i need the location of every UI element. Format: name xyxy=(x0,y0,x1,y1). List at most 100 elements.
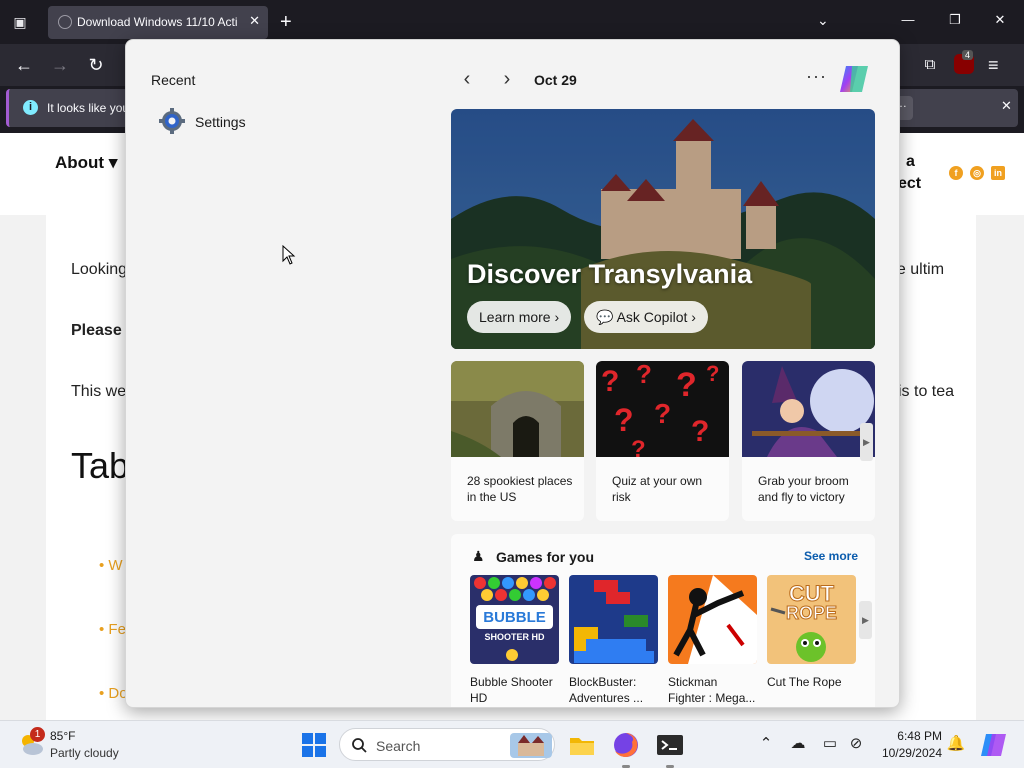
game-label-line2: HD xyxy=(470,691,488,705)
games-icon: ♟ xyxy=(472,548,485,564)
game-tile[interactable]: BlockBuster: Adventures ... xyxy=(569,575,658,706)
learn-more-button[interactable]: Learn more › xyxy=(467,301,572,333)
feed-card[interactable]: Grab your broom and fly to victory xyxy=(742,361,875,521)
svg-text:BUBBLE: BUBBLE xyxy=(483,609,546,626)
cloud-sync-icon[interactable]: ☁ xyxy=(788,734,808,754)
notification-text: It looks like you xyxy=(47,101,130,115)
tab-list-icon[interactable]: ▣ xyxy=(8,10,32,34)
nav-about[interactable]: About ▾ xyxy=(55,153,117,173)
svg-text:?: ? xyxy=(676,366,697,404)
svg-text:?: ? xyxy=(706,361,719,386)
recent-item-settings[interactable]: Settings xyxy=(159,108,359,136)
close-tab-icon[interactable]: ✕ xyxy=(249,13,260,29)
list-item[interactable]: • Fe xyxy=(99,621,126,638)
weather-description: Partly cloudy xyxy=(50,746,119,760)
learn-more-label: Learn more xyxy=(479,309,551,325)
game-image: CUT ROPE xyxy=(767,575,856,664)
next-day-icon[interactable]: › xyxy=(497,68,517,90)
linkedin-icon[interactable]: in xyxy=(991,166,1005,180)
clock-time[interactable]: 6:48 PM xyxy=(884,729,942,743)
browser-tab[interactable]: Download Windows 11/10 Acti ✕ xyxy=(48,6,268,39)
game-image xyxy=(668,575,757,664)
list-item[interactable]: • W xyxy=(99,557,123,574)
list-item[interactable]: • Do xyxy=(99,685,128,702)
taskbar-search[interactable]: Search xyxy=(339,728,555,761)
file-explorer-icon[interactable] xyxy=(568,731,596,759)
terminal-icon[interactable] xyxy=(656,731,684,759)
chevron-down-icon[interactable]: ⌄ xyxy=(817,12,829,29)
svg-text:ROPE: ROPE xyxy=(786,603,837,623)
restore-icon[interactable]: ❐ xyxy=(945,12,965,28)
games-section: ♟ Games for you See more BUBBLE SHOOTER … xyxy=(451,534,875,707)
new-tab-icon[interactable]: + xyxy=(280,10,292,34)
tab-favicon-icon xyxy=(58,15,72,29)
instagram-icon[interactable]: ◎ xyxy=(970,166,984,180)
ublock-count-badge: 4 xyxy=(962,50,974,60)
game-image xyxy=(569,575,658,664)
card-text: Grab your broom and fly to victory xyxy=(758,474,849,504)
browser-tab-bar: ▣ Download Windows 11/10 Acti ✕ + ⌄ — ❐ … xyxy=(0,0,1024,44)
chat-icon: 💬 xyxy=(596,309,614,325)
forward-icon[interactable]: → xyxy=(48,53,72,77)
weather-alert-badge: 1 xyxy=(30,727,45,742)
svg-text:SHOOTER HD: SHOOTER HD xyxy=(484,632,545,642)
windows-start-icon[interactable] xyxy=(302,733,326,757)
game-label-line2: Adventures ... xyxy=(569,691,644,705)
clock-date[interactable]: 10/29/2024 xyxy=(872,746,942,760)
game-tile[interactable]: Stickman Fighter : Mega... xyxy=(668,575,757,706)
network-icon[interactable]: ⊘ xyxy=(846,734,866,754)
copilot-icon[interactable] xyxy=(838,64,870,94)
weather-temperature: 85°F xyxy=(50,729,76,743)
hero-card[interactable]: Discover Transylvania Learn more › 💬 Ask… xyxy=(451,109,875,349)
game-label-line1: Cut The Rope xyxy=(767,675,842,689)
search-placeholder: Search xyxy=(376,738,421,754)
display-icon[interactable]: ▭ xyxy=(820,734,840,754)
card-text: Quiz at your own risk xyxy=(612,474,703,504)
svg-text:?: ? xyxy=(654,398,671,429)
mouse-cursor-icon xyxy=(282,245,296,265)
close-notification-icon[interactable]: ✕ xyxy=(1001,98,1012,114)
card-image xyxy=(451,361,584,457)
game-tile[interactable]: BUBBLE SHOOTER HD Bubble Shooter HD xyxy=(470,575,559,706)
extensions-icon[interactable]: ⧉ xyxy=(918,53,942,77)
card-text: 28 spookiest places in the US xyxy=(467,474,573,504)
games-title: Games for you xyxy=(496,549,595,565)
start-menu: Recent Settings ‹ › Oct 29 ··· Discover … xyxy=(125,39,900,708)
tab-title: Download Windows 11/10 Acti xyxy=(77,15,238,29)
game-tile[interactable]: CUT ROPE Cut The Rope xyxy=(767,575,856,690)
paragraph-3: This we xyxy=(71,383,127,400)
see-more-link[interactable]: See more xyxy=(804,549,858,563)
chevron-right-icon: › xyxy=(554,309,560,325)
recent-item-label: Settings xyxy=(195,114,246,130)
svg-text:?: ? xyxy=(636,361,652,389)
header-cta[interactable]: a ect xyxy=(898,151,921,195)
feed-date: Oct 29 xyxy=(534,72,577,88)
info-icon: i xyxy=(23,100,38,115)
scroll-right-icon[interactable]: ▶ xyxy=(860,423,873,461)
firefox-icon[interactable] xyxy=(612,731,640,759)
feed-card[interactable]: 28 spookiest places in the US xyxy=(451,361,584,521)
game-label-line2: Fighter : Mega... xyxy=(668,691,756,705)
reload-icon[interactable]: ↻ xyxy=(84,53,108,77)
ask-copilot-button[interactable]: 💬 Ask Copilot › xyxy=(584,301,708,333)
close-window-icon[interactable]: ✕ xyxy=(990,12,1010,28)
minimize-icon[interactable]: — xyxy=(898,12,918,27)
list-item-text: W xyxy=(108,557,123,574)
card-image xyxy=(742,361,875,457)
previous-day-icon[interactable]: ‹ xyxy=(457,68,477,90)
notification-bell-icon[interactable]: 🔔 xyxy=(946,734,966,754)
facebook-icon[interactable]: f xyxy=(949,166,963,180)
chevron-up-icon[interactable]: ⌃ xyxy=(756,734,776,754)
svg-text:?: ? xyxy=(691,415,709,448)
feed-card[interactable]: ??? ??? ?? Quiz at your own risk xyxy=(596,361,729,521)
back-icon[interactable]: ← xyxy=(12,53,36,77)
chevron-right-icon: › xyxy=(691,309,696,325)
more-options-icon[interactable]: ··· xyxy=(806,66,827,87)
menu-icon[interactable]: ≡ xyxy=(988,53,999,77)
copilot-taskbar-icon[interactable] xyxy=(980,731,1008,759)
header-cta-line1: a xyxy=(906,153,915,170)
list-item-text: Fe xyxy=(108,621,126,638)
scroll-right-icon[interactable]: ▶ xyxy=(859,601,872,639)
svg-text:?: ? xyxy=(614,402,634,438)
svg-text:?: ? xyxy=(631,436,646,457)
